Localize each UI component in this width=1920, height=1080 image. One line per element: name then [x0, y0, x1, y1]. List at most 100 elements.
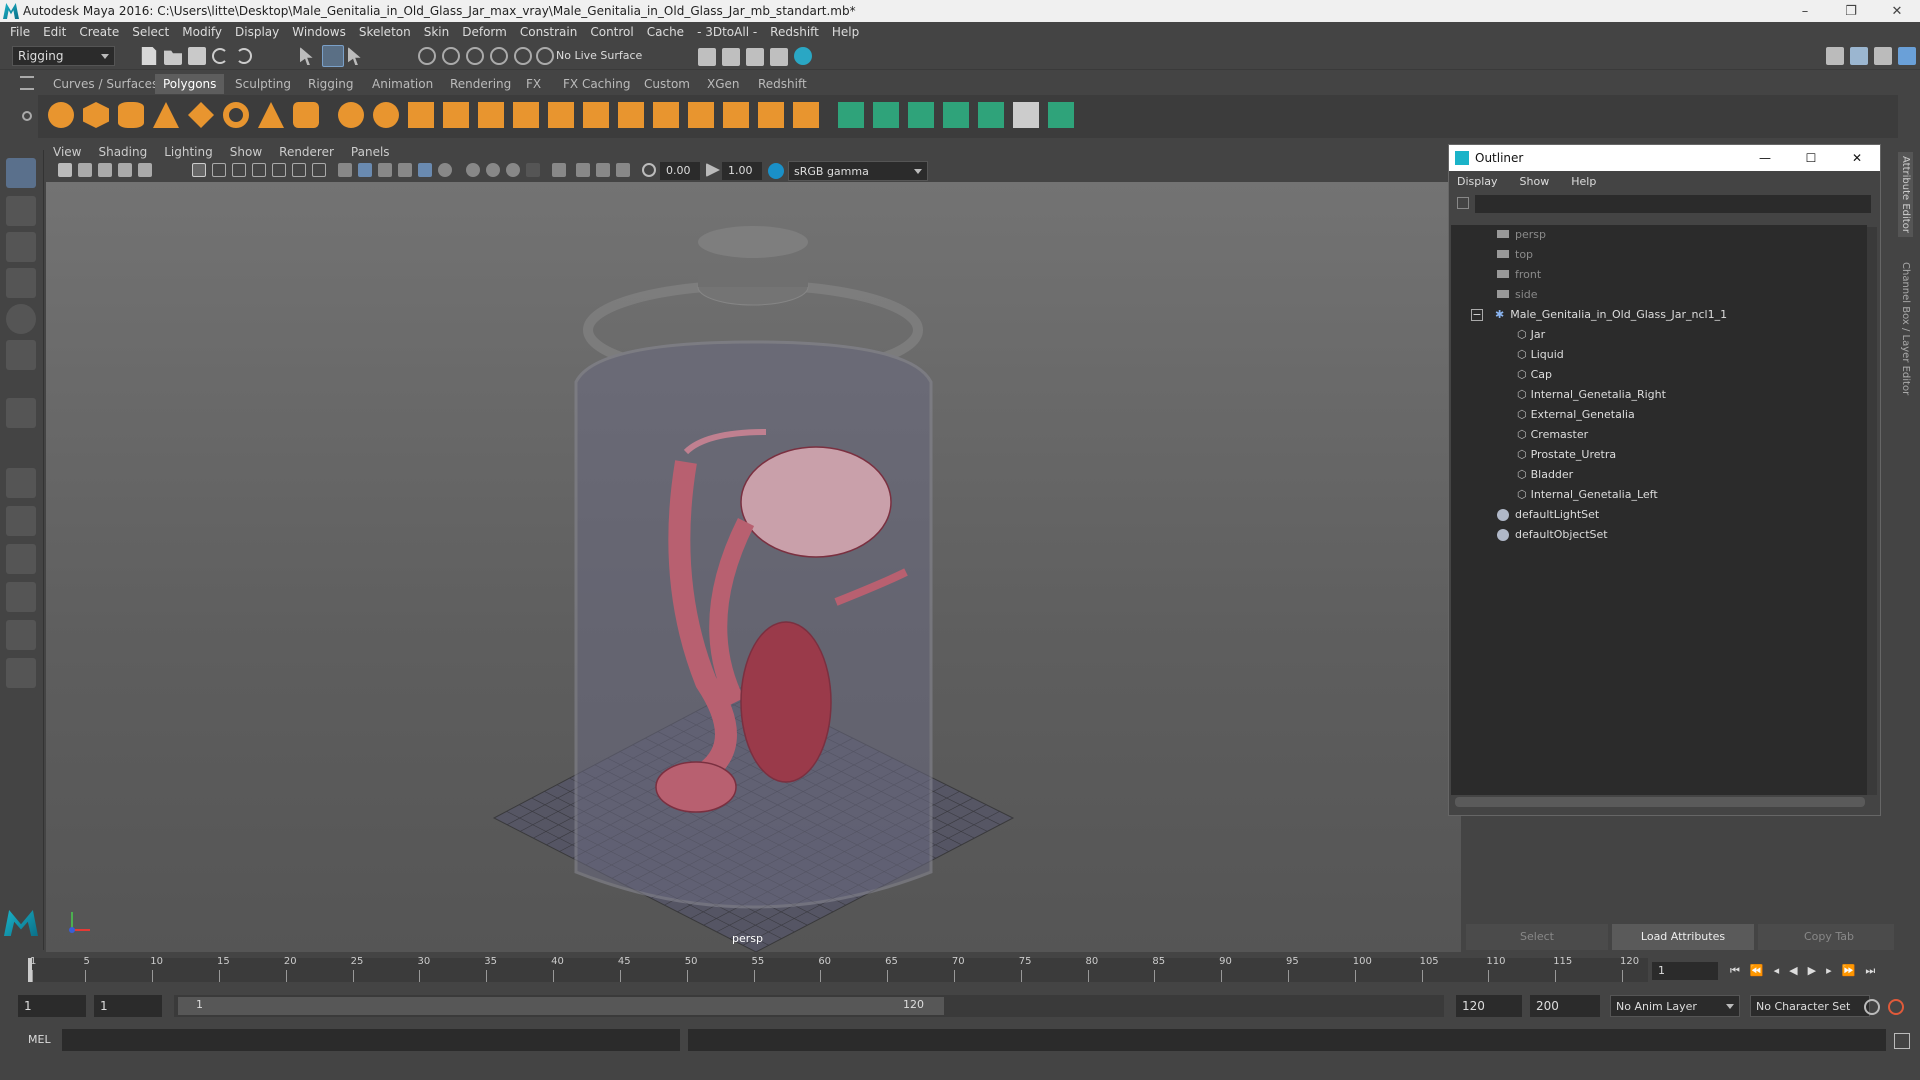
channel-box-tab[interactable]: Channel Box / Layer Editor [1898, 258, 1913, 399]
exposure-field[interactable]: 0.00 [660, 162, 700, 180]
poly-cylinder-icon[interactable] [118, 102, 144, 128]
tree-item-internal-genetalia-left[interactable]: ⬡ Internal_Genetalia_Left [1517, 485, 1658, 505]
snap-point-icon[interactable] [466, 47, 484, 65]
snap-together-icon[interactable] [536, 47, 554, 65]
attribute-editor-tab[interactable]: Attribute Editor [1898, 152, 1913, 237]
select-button[interactable]: Select [1466, 924, 1608, 950]
menu-deform[interactable]: Deform [458, 25, 516, 39]
cut-uv-icon[interactable] [1048, 102, 1074, 128]
script-language-label[interactable]: MEL [28, 1033, 51, 1046]
gate-mask-icon[interactable] [252, 163, 266, 177]
outliner-menu-show[interactable]: Show [1520, 175, 1550, 188]
menu-constrain[interactable]: Constrain [516, 25, 587, 39]
go-to-start-icon[interactable]: ⏮ [1730, 964, 1740, 980]
hypershade-icon[interactable] [770, 48, 788, 66]
extract-icon[interactable] [408, 102, 434, 128]
automatic-uv-icon[interactable] [943, 102, 969, 128]
tab-animation[interactable]: Animation [364, 74, 441, 94]
menu-display[interactable]: Display [231, 25, 288, 39]
tab-curves-surfaces[interactable]: Curves / Surfaces [45, 74, 166, 94]
undo-icon[interactable] [212, 48, 228, 64]
vp-menu-shading[interactable]: Shading [91, 145, 157, 159]
poly-sphere-icon[interactable] [48, 102, 74, 128]
menu-control[interactable]: Control [586, 25, 642, 39]
fill-hole-icon[interactable] [758, 102, 784, 128]
tree-item-side[interactable]: side [1497, 285, 1538, 305]
tree-item-jar[interactable]: ⬡ Jar [1517, 325, 1545, 345]
tool-settings-toggle-icon[interactable] [1874, 47, 1892, 65]
snap-curve-icon[interactable] [442, 47, 460, 65]
restore-button[interactable]: ❐ [1828, 0, 1874, 22]
filter-icon[interactable] [1457, 197, 1469, 209]
channel-box-toggle-icon[interactable] [1898, 47, 1916, 65]
scene-end-field[interactable]: 200 [1530, 995, 1600, 1017]
exposure-icon[interactable] [642, 163, 656, 177]
tree-item-internal-genetalia-right[interactable]: ⬡ Internal_Genetalia_Right [1517, 385, 1666, 405]
shadows-icon[interactable] [438, 163, 452, 177]
vp-menu-lighting[interactable]: Lighting [157, 145, 223, 159]
vp-menu-renderer[interactable]: Renderer [272, 145, 344, 159]
xray-joints-icon[interactable] [616, 163, 630, 177]
select-by-component-icon[interactable] [348, 47, 361, 65]
layout-expand-icon[interactable] [6, 658, 36, 688]
poly-cube-icon[interactable] [83, 102, 109, 128]
tab-rigging[interactable]: Rigging [300, 74, 361, 94]
menu-redshift[interactable]: Redshift [766, 25, 828, 39]
gamma-field[interactable]: 1.00 [722, 162, 762, 180]
bevel-icon[interactable] [618, 102, 644, 128]
vp-menu-view[interactable]: View [46, 145, 91, 159]
poly-torus-icon[interactable] [223, 102, 249, 128]
camera-attributes-icon[interactable] [78, 163, 92, 177]
screen-space-ao-icon[interactable] [466, 163, 480, 177]
snap-view-plane-icon[interactable] [490, 47, 508, 65]
smooth-shade-icon[interactable] [358, 163, 372, 177]
separate-icon[interactable] [373, 102, 399, 128]
show-manipulator-icon[interactable] [6, 398, 36, 428]
tree-item-cap[interactable]: ⬡ Cap [1517, 365, 1552, 385]
menu-help[interactable]: Help [828, 25, 868, 39]
safe-title-icon[interactable] [312, 163, 326, 177]
uv-editor-icon[interactable] [978, 102, 1004, 128]
maximize-icon[interactable]: ☐ [1788, 151, 1834, 165]
minimize-button[interactable]: – [1782, 0, 1828, 22]
image-plane-icon[interactable] [118, 163, 132, 177]
outliner-vertical-scrollbar[interactable] [1867, 227, 1877, 795]
motion-blur-icon[interactable] [486, 163, 500, 177]
xray-icon[interactable] [576, 163, 590, 177]
tab-polygons[interactable]: Polygons [155, 74, 225, 94]
poly-pipe-icon[interactable] [293, 102, 319, 128]
tree-item-bladder[interactable]: ⬡ Bladder [1517, 465, 1573, 485]
select-by-object-icon[interactable] [322, 45, 344, 67]
render-frame-icon[interactable] [698, 48, 716, 66]
paint-select-tool-icon[interactable] [6, 232, 36, 262]
tree-item-top[interactable]: top [1497, 245, 1533, 265]
color-management-icon[interactable] [768, 163, 784, 179]
play-forwards-icon[interactable]: ▶ [1808, 964, 1816, 980]
script-editor-icon[interactable] [1894, 1033, 1910, 1049]
combine-icon[interactable] [338, 102, 364, 128]
tree-item-default-light-set[interactable]: defaultLightSet [1497, 505, 1599, 525]
tree-item-cremaster[interactable]: ⬡ Cremaster [1517, 425, 1588, 445]
menu-windows[interactable]: Windows [288, 25, 355, 39]
tab-fx[interactable]: FX [518, 74, 549, 94]
tab-fx-caching[interactable]: FX Caching [555, 74, 638, 94]
menu-set-dropdown[interactable]: Rigging [12, 46, 115, 66]
live-surface-label[interactable]: No Live Surface [556, 49, 642, 62]
textured-icon[interactable] [398, 163, 412, 177]
perspective-viewport[interactable]: persp [46, 182, 1461, 952]
menu-cache[interactable]: Cache [643, 25, 693, 39]
auto-key-icon[interactable] [1864, 999, 1880, 1015]
anim-layer-dropdown[interactable]: No Anim Layer [1610, 995, 1740, 1017]
render-settings-icon[interactable] [746, 48, 764, 66]
menu-file[interactable]: File [6, 25, 39, 39]
planar-uv-icon[interactable] [838, 102, 864, 128]
layout-outliner-persp-icon[interactable] [6, 544, 36, 574]
menu-skin[interactable]: Skin [420, 25, 459, 39]
mirror-icon[interactable] [513, 102, 539, 128]
playback-start-field[interactable]: 1 [94, 995, 162, 1017]
step-back-key-icon[interactable]: ⏪ [1750, 964, 1764, 980]
tree-item-liquid[interactable]: ⬡ Liquid [1517, 345, 1564, 365]
2d-pan-zoom-icon[interactable] [138, 163, 152, 177]
open-scene-icon[interactable] [164, 50, 182, 65]
resolution-gate-icon[interactable] [232, 163, 246, 177]
